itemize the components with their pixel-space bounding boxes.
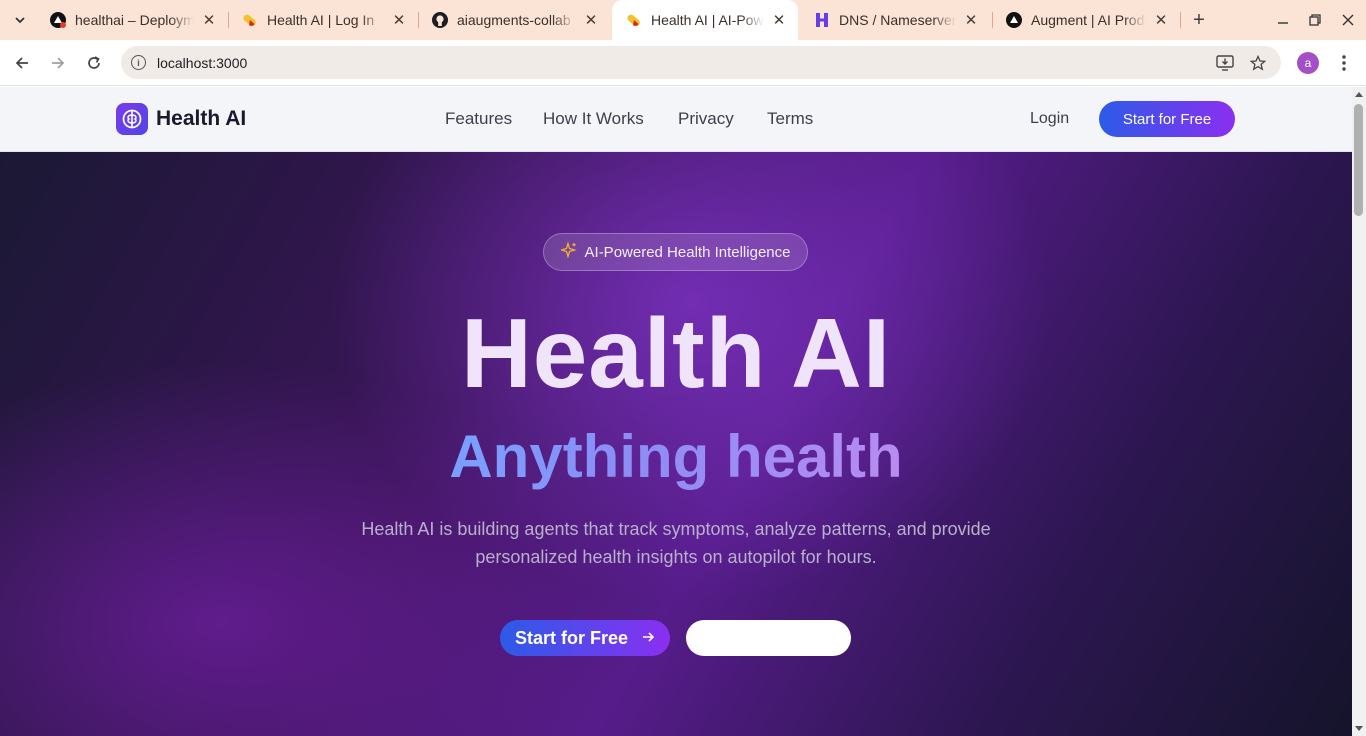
browser-toolbar: i localhost:3000 a (0, 40, 1366, 86)
nav-link-terms[interactable]: Terms (767, 109, 813, 129)
bookmark-star-icon[interactable] (1249, 55, 1267, 71)
tab-title: Health AI | Log In (267, 12, 375, 28)
tab-strip: healthai – Deployments ✕ Health AI | Log… (0, 0, 1366, 40)
restore-icon (1309, 14, 1321, 26)
nav-link-privacy[interactable]: Privacy (678, 109, 734, 129)
scrollbar-thumb[interactable] (1354, 104, 1363, 216)
close-tab-icon[interactable]: ✕ (962, 11, 980, 29)
hero-subtitle-text: Anything health (449, 423, 903, 490)
close-tab-icon[interactable]: ✕ (1152, 11, 1170, 29)
tab-separator (1180, 12, 1181, 28)
scroll-up-arrow-icon[interactable] (1355, 92, 1363, 97)
close-window-button[interactable] (1336, 8, 1360, 32)
browser-menu-button[interactable] (1334, 51, 1354, 75)
profile-avatar[interactable]: a (1297, 52, 1319, 74)
reload-button[interactable] (82, 51, 106, 75)
tab-search-button[interactable] (8, 8, 32, 32)
hero-description: Health AI is building agents that track … (361, 519, 991, 567)
hero-section: AI-Powered Health Intelligence Health AI… (0, 152, 1352, 736)
tab-title: aiaugments-collab (457, 12, 571, 28)
close-tab-icon[interactable]: ✕ (770, 11, 788, 29)
hero-badge: AI-Powered Health Intelligence (543, 233, 808, 271)
tab-title: healthai – Deployments (75, 12, 194, 28)
arrow-right-icon (642, 630, 655, 647)
tab-health-ai-active[interactable]: Health AI | AI-Powered ✕ (612, 0, 798, 40)
close-tab-icon[interactable]: ✕ (390, 11, 408, 29)
close-icon (1342, 14, 1354, 26)
login-link[interactable]: Login (1030, 110, 1069, 128)
forward-button[interactable] (46, 51, 70, 75)
url-text: localhost:3000 (157, 55, 248, 71)
kebab-menu-icon (1342, 55, 1346, 71)
tab-title: Augment | AI Product (1031, 12, 1146, 28)
page-scrollbar[interactable] (1352, 87, 1366, 736)
tab-dns-nameservers[interactable]: DNS / Nameservers ✕ (800, 0, 990, 40)
minimize-icon (1278, 22, 1288, 24)
address-bar[interactable]: i localhost:3000 (121, 46, 1281, 79)
tab-title: DNS / Nameservers (839, 12, 956, 28)
close-tab-icon[interactable]: ✕ (582, 11, 600, 29)
arrow-right-icon (52, 57, 65, 69)
brand-name[interactable]: Health AI (156, 107, 246, 131)
chevron-down-icon (15, 17, 25, 24)
header-start-free-button[interactable]: Start for Free (1099, 101, 1235, 137)
new-tab-button[interactable]: + (1188, 8, 1210, 32)
hero-badge-text: AI-Powered Health Intelligence (584, 243, 791, 261)
hostinger-icon (814, 12, 830, 28)
github-icon (432, 12, 448, 28)
close-tab-icon[interactable]: ✕ (200, 11, 218, 29)
hero-title: Health AI (460, 298, 892, 408)
reload-icon (88, 56, 100, 69)
tab-github-repo[interactable]: aiaugments-collab ✕ (418, 0, 610, 40)
hero-start-free-button[interactable]: Start for Free (500, 620, 670, 656)
nav-link-features[interactable]: Features (445, 109, 512, 129)
site-info-icon[interactable]: i (131, 55, 146, 70)
vercel-icon (1006, 12, 1022, 28)
nav-link-how-it-works[interactable]: How It Works (543, 109, 644, 129)
install-app-icon[interactable] (1216, 55, 1234, 71)
back-button[interactable] (10, 51, 34, 75)
tab-health-ai-login[interactable]: Health AI | Log In ✕ (228, 0, 418, 40)
restore-window-button[interactable] (1303, 8, 1327, 32)
tab-healthai-deployments[interactable]: healthai – Deployments ✕ (36, 0, 228, 40)
hero-subtitle: Anything health (0, 422, 1352, 492)
arrow-left-icon (15, 57, 28, 69)
sparkles-icon (558, 240, 577, 263)
hero-start-free-label: Start for Free (514, 627, 629, 648)
brain-logo-icon[interactable] (116, 103, 148, 135)
tab-title: Health AI | AI-Powered (651, 12, 764, 28)
tab-augment[interactable]: Augment | AI Product ✕ (992, 0, 1180, 40)
page-viewport: Health AI Features How It Works Privacy … (0, 87, 1352, 736)
pill-icon (242, 12, 258, 28)
vercel-icon (50, 12, 66, 28)
scroll-down-arrow-icon[interactable] (1355, 726, 1363, 731)
hero-secondary-button[interactable] (686, 620, 851, 656)
site-header: Health AI Features How It Works Privacy … (0, 87, 1352, 152)
minimize-window-button[interactable] (1271, 8, 1295, 32)
pill-icon (626, 12, 642, 28)
